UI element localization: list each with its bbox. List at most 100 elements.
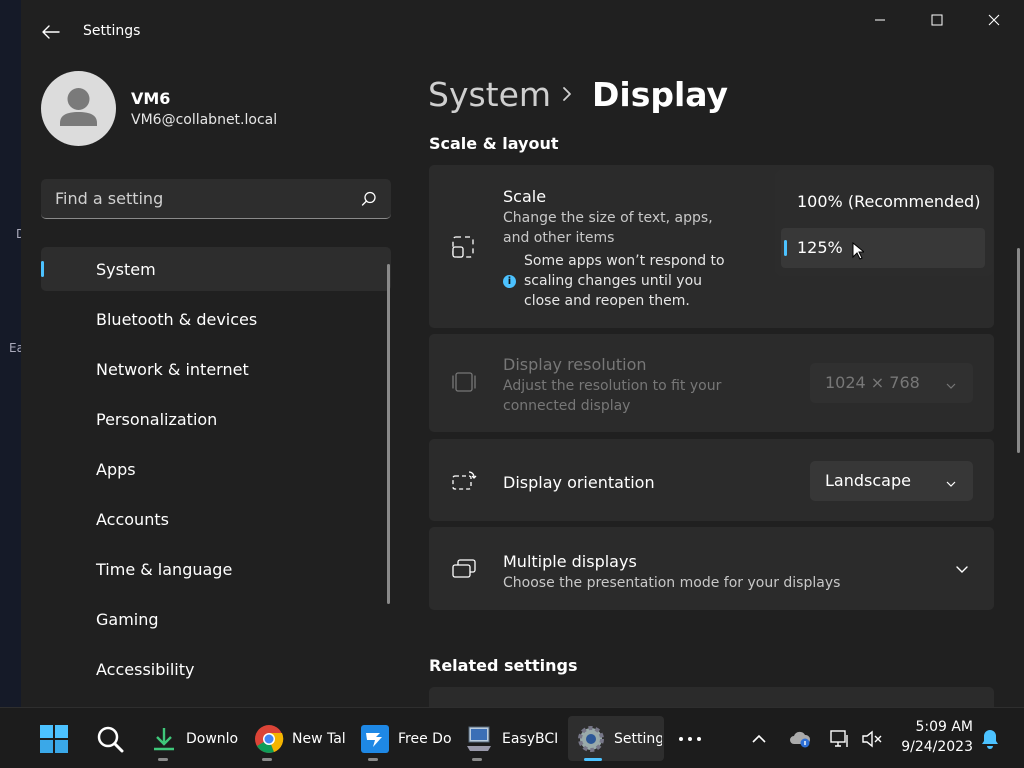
orientation-title: Display orientation (503, 473, 655, 492)
download-icon (154, 727, 174, 750)
scale-option-100[interactable]: 100% (Recommended) (797, 192, 980, 211)
content-scrollbar[interactable] (1017, 248, 1020, 453)
maximize-button[interactable] (914, 6, 960, 34)
selection-indicator (41, 261, 44, 277)
clock-date[interactable]: 9/24/2023 (893, 739, 973, 755)
sidebar-item-network-internet[interactable]: Network & internet (41, 347, 391, 391)
network-tray-button[interactable] (826, 716, 854, 761)
sidebar-item-label: Gaming (96, 610, 159, 629)
page-title: Display (592, 75, 729, 114)
resolution-value: 1024 × 768 (825, 373, 920, 392)
taskbar-search-button[interactable] (90, 716, 130, 761)
taskbar-app-settings[interactable]: Setting (568, 716, 664, 761)
taskbar-app-chrome[interactable]: New Tal (254, 716, 354, 761)
cloud-icon (790, 731, 811, 747)
close-icon (988, 14, 1000, 26)
profile-email: VM6@collabnet.local (131, 112, 278, 128)
chevron-down-icon (945, 475, 957, 494)
sidebar-item-gaming[interactable]: Gaming (41, 597, 391, 641)
sidebar-scrollbar[interactable] (387, 264, 390, 604)
notifications-button[interactable] (976, 716, 1004, 761)
scale-warning: Some apps won’t respond to scaling chang… (524, 253, 725, 309)
sidebar-item-apps[interactable]: Apps (41, 447, 391, 491)
taskbar-app-label: EasyBCI (502, 730, 557, 747)
sidebar-item-accounts[interactable]: Accounts (41, 497, 391, 541)
minimize-button[interactable] (857, 6, 903, 34)
sidebar-item-label: Accounts (96, 510, 169, 529)
resolution-title: Display resolution (503, 355, 647, 374)
active-indicator (584, 758, 602, 761)
chevron-down-icon[interactable] (955, 562, 969, 581)
more-icon (679, 736, 701, 741)
sidebar-item-label: Accessibility (96, 660, 195, 679)
sidebar-nav: System Bluetooth & devices Network & int… (41, 247, 391, 697)
search-placeholder: Find a setting (55, 189, 164, 208)
gear-icon (578, 725, 604, 752)
start-button[interactable] (34, 716, 74, 761)
desktop-icon-label: Ea (9, 341, 21, 355)
close-button[interactable] (971, 6, 1017, 34)
computer-icon (467, 726, 491, 751)
selection-indicator (784, 240, 787, 256)
taskbar-overflow-button[interactable] (672, 716, 708, 761)
windows-logo-icon (40, 724, 68, 753)
avatar[interactable] (41, 71, 116, 146)
desktop-strip: D Ea (0, 0, 21, 707)
breadcrumb-parent[interactable]: System (428, 75, 551, 114)
display-orientation-card: Display orientation Landscape (429, 439, 994, 521)
scale-title: Scale (503, 187, 547, 206)
sidebar-item-accessibility[interactable]: Accessibility (41, 647, 391, 691)
bell-icon (982, 729, 998, 749)
download-manager-icon (361, 724, 389, 753)
scale-dropdown-flyout: 100% (Recommended) 125% (775, 170, 993, 276)
section-title-scale-layout: Scale & layout (429, 134, 559, 153)
scale-option-label: 125% (797, 238, 843, 257)
taskbar: Downlo New Tal Free Do EasyBCI Setting (0, 707, 1024, 768)
sidebar-item-bluetooth-devices[interactable]: Bluetooth & devices (41, 297, 391, 341)
taskbar-app-free-download[interactable]: Free Do (360, 716, 460, 761)
sidebar-item-label: Bluetooth & devices (96, 310, 258, 329)
onedrive-tray-button[interactable] (786, 716, 814, 761)
multiple-displays-title: Multiple displays (503, 552, 637, 571)
scale-icon (451, 235, 475, 263)
taskbar-app-label: Downlo (186, 730, 238, 747)
title-bar: Settings (21, 0, 1024, 64)
maximize-icon (931, 14, 943, 26)
multiple-displays-card[interactable]: Multiple displays Choose the presentatio… (429, 527, 994, 610)
chrome-icon (255, 724, 284, 753)
network-icon (830, 729, 848, 747)
sidebar-item-time-language[interactable]: Time & language (41, 547, 391, 591)
tray-expand-button[interactable] (744, 716, 774, 761)
taskbar-app-downloads[interactable]: Downlo (150, 716, 250, 761)
scale-subtitle: Change the size of text, apps, and other… (503, 210, 713, 246)
app-title: Settings (83, 23, 141, 39)
taskbar-app-label: New Tal (292, 730, 346, 747)
sidebar-item-system[interactable]: System (41, 247, 391, 291)
chevron-down-icon (945, 377, 957, 396)
orientation-dropdown[interactable]: Landscape (810, 461, 973, 501)
running-indicator (262, 758, 272, 761)
speaker-muted-icon (862, 730, 882, 747)
search-input[interactable]: Find a setting (41, 179, 391, 219)
running-indicator (158, 758, 168, 761)
orientation-icon (451, 469, 477, 495)
running-indicator (368, 758, 378, 761)
chevron-up-icon (752, 734, 766, 743)
resolution-dropdown[interactable]: 1024 × 768 (810, 363, 973, 403)
search-icon (361, 191, 377, 211)
sidebar-item-personalization[interactable]: Personalization (41, 397, 391, 441)
arrow-left-icon (42, 25, 60, 39)
mouse-cursor-icon (852, 241, 866, 264)
scale-option-125[interactable]: 125% (781, 228, 985, 268)
chevron-right-icon (560, 84, 574, 108)
info-icon: i (503, 275, 516, 288)
multiple-displays-subtitle: Choose the presentation mode for your di… (503, 575, 841, 591)
sidebar-item-label: Apps (96, 460, 136, 479)
back-button[interactable] (35, 18, 67, 46)
resolution-subtitle: Adjust the resolution to fit your connec… (503, 378, 722, 414)
taskbar-app-label: Free Do (398, 730, 452, 747)
volume-tray-button[interactable] (858, 716, 886, 761)
related-settings-card[interactable] (429, 687, 994, 707)
taskbar-app-easybcd[interactable]: EasyBCI (464, 716, 564, 761)
clock-time[interactable]: 5:09 AM (903, 719, 973, 735)
